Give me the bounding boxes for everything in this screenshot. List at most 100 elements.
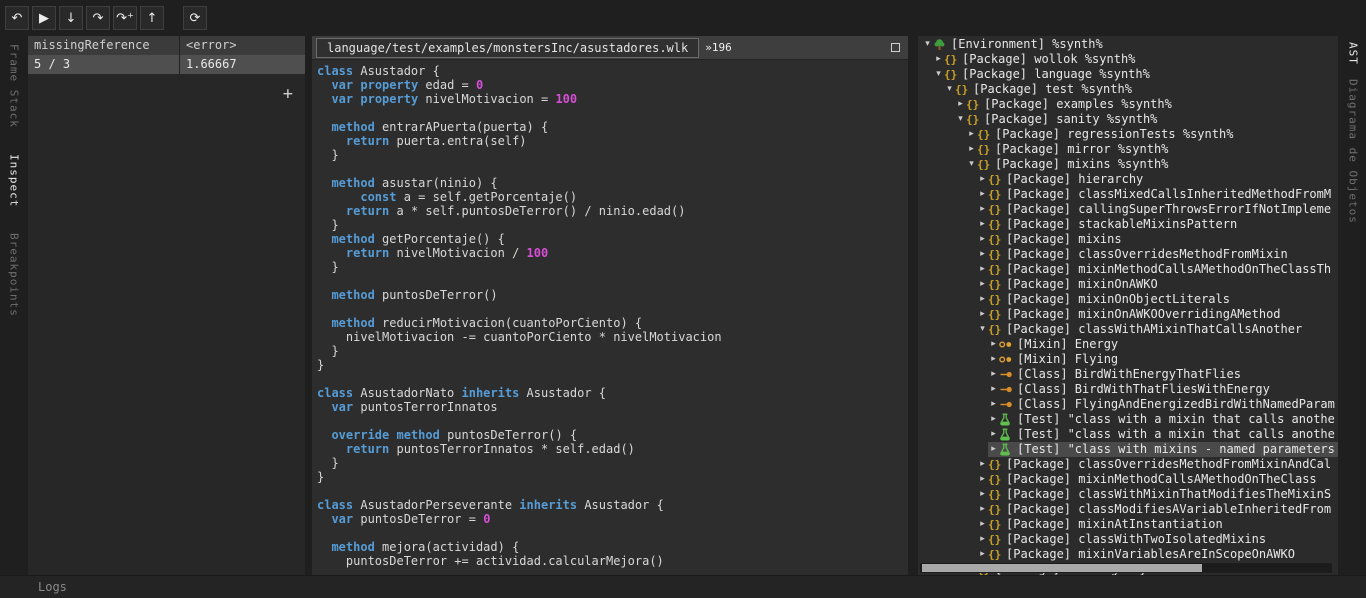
step-into-button[interactable]: ↓ xyxy=(59,6,83,30)
tree-row[interactable]: ▸ [Class] BirdWithThatFliesWithEnergy xyxy=(988,382,1338,397)
tree-row[interactable]: ▸ [Class] BirdWithEnergyThatFlies xyxy=(988,367,1338,382)
horizontal-scrollbar[interactable] xyxy=(920,563,1332,573)
restart-button[interactable]: ⟳ xyxy=(183,6,207,30)
tree-row[interactable]: ▸ [Class] FlyingAndEnergizedBirdWithNamed… xyxy=(988,397,1338,412)
chevron-collapsed-icon[interactable]: ▸ xyxy=(977,187,988,202)
chevron-expanded-icon[interactable]: ▾ xyxy=(955,112,966,127)
chevron-collapsed-icon[interactable]: ▸ xyxy=(977,247,988,262)
chevron-collapsed-icon[interactable]: ▸ xyxy=(966,142,977,157)
chevron-collapsed-icon[interactable]: ▸ xyxy=(977,202,988,217)
chevron-collapsed-icon[interactable]: ▸ xyxy=(988,412,999,427)
chevron-collapsed-icon[interactable]: ▸ xyxy=(988,382,999,397)
tree-row[interactable]: ▸{} [Package] classMixedCallsInheritedMet… xyxy=(977,187,1338,202)
chevron-collapsed-icon[interactable]: ▸ xyxy=(977,487,988,502)
maximize-icon[interactable] xyxy=(891,43,900,52)
class-icon xyxy=(999,369,1015,380)
tree-row[interactable]: ▾{} [Package] classWithAMixinThatCallsAno… xyxy=(977,322,1338,337)
chevron-collapsed-icon[interactable]: ▸ xyxy=(977,472,988,487)
tree-row[interactable]: ▸ [Mixin] Flying xyxy=(988,352,1338,367)
column-header-missing-reference[interactable]: missingReference xyxy=(28,36,180,55)
inspect-table: missingReference <error> 5 / 3 1.66667 xyxy=(28,36,305,74)
chevron-collapsed-icon[interactable]: ▸ xyxy=(988,397,999,412)
tree-row[interactable]: ▸{} [Package] classModifiesAVariableInher… xyxy=(977,502,1338,517)
code-area[interactable]: class Asustador { var property edad = 0 … xyxy=(312,60,908,575)
tree-row[interactable]: ▸{} [Package] mixinOnObjectLiterals xyxy=(977,292,1338,307)
tree-row[interactable]: ▸{} [Package] classOverridesMethodFromMix… xyxy=(977,457,1338,472)
chevron-expanded-icon[interactable]: ▾ xyxy=(966,157,977,172)
tree-row[interactable]: ▾{} [Package] test %synth% xyxy=(944,82,1338,97)
tree-row[interactable]: ▾ [Environment] %synth% xyxy=(922,37,1338,52)
chevron-collapsed-icon[interactable]: ▸ xyxy=(988,367,999,382)
add-expression-button[interactable]: + xyxy=(283,84,293,104)
tree-row[interactable]: ▸{} [Package] stackableMixinsPattern xyxy=(977,217,1338,232)
chevron-collapsed-icon[interactable]: ▸ xyxy=(977,292,988,307)
inspect-row[interactable]: 5 / 3 1.66667 xyxy=(28,55,305,74)
chevron-collapsed-icon[interactable]: ▸ xyxy=(977,262,988,277)
tree-row[interactable]: ▸ [Test] "class with mixins - named param… xyxy=(988,442,1338,457)
chevron-collapsed-icon[interactable]: ▸ xyxy=(988,352,999,367)
chevron-collapsed-icon[interactable]: ▸ xyxy=(988,337,999,352)
tree-row[interactable]: ▸{} [Package] mixinOnAWKOOverridingAMetho… xyxy=(977,307,1338,322)
chevron-collapsed-icon[interactable]: ▸ xyxy=(977,172,988,187)
tab-overflow-count[interactable]: »196 xyxy=(705,41,732,54)
tree-row[interactable]: ▸{} [Package] hierarchy xyxy=(977,172,1338,187)
tree-row[interactable]: ▸{} [Package] callingSuperThrowsErrorIfNo… xyxy=(977,202,1338,217)
package-icon: {} xyxy=(988,233,1002,246)
tree-row[interactable]: ▸{} [Package] classWithTwoIsolatedMixins xyxy=(977,532,1338,547)
tree-row[interactable]: ▾{} [Package] mixins %synth% xyxy=(966,157,1338,172)
tree-row[interactable]: ▸{} [Package] mirror %synth% xyxy=(966,142,1338,157)
tree-row[interactable]: ▸{} [Package] mixins xyxy=(977,232,1338,247)
chevron-expanded-icon[interactable]: ▾ xyxy=(944,82,955,97)
chevron-collapsed-icon[interactable]: ▸ xyxy=(955,97,966,112)
chevron-collapsed-icon[interactable]: ▸ xyxy=(977,502,988,517)
step-over-button[interactable]: ↷ xyxy=(86,6,110,30)
tree-row[interactable]: ▸{} [Package] classWithMixinThatModifiesT… xyxy=(977,487,1338,502)
chevron-expanded-icon[interactable]: ▾ xyxy=(977,322,988,337)
tree-row[interactable]: ▾{} [Package] language %synth% xyxy=(933,67,1338,82)
tree-row[interactable]: ▾{} [Package] sanity %synth% xyxy=(955,112,1338,127)
chevron-expanded-icon[interactable]: ▾ xyxy=(922,37,933,52)
tree-row[interactable]: ▸{} [Package] mixinAtInstantiation xyxy=(977,517,1338,532)
tab-ast[interactable]: AST xyxy=(1347,42,1360,65)
tree-row[interactable]: ▸{} [Package] wollok %synth% xyxy=(933,52,1338,67)
tree-row[interactable]: ▸{} [Package] mixinVariablesAreInScopeOnA… xyxy=(977,547,1338,562)
code-line: return nivelMotivacion / 100 xyxy=(345,246,549,260)
tree-row[interactable]: ▸{} [Package] classOverridesMethodFromMix… xyxy=(977,247,1338,262)
chevron-collapsed-icon[interactable]: ▸ xyxy=(977,307,988,322)
tree-row[interactable]: ▸{} [Package] mixinMethodCallsAMethodOnTh… xyxy=(977,472,1338,487)
code-line: nivelMotivacion -= cuantoPorCiento * niv… xyxy=(317,330,722,344)
tree-row[interactable]: ▸{} [Package] examples %synth% xyxy=(955,97,1338,112)
chevron-collapsed-icon[interactable]: ▸ xyxy=(977,532,988,547)
chevron-collapsed-icon[interactable]: ▸ xyxy=(988,427,999,442)
editor-tab[interactable]: language/test/examples/monstersInc/asust… xyxy=(316,37,700,58)
chevron-collapsed-icon[interactable]: ▸ xyxy=(977,457,988,472)
chevron-collapsed-icon[interactable]: ▸ xyxy=(977,217,988,232)
chevron-collapsed-icon[interactable]: ▸ xyxy=(977,277,988,292)
chevron-collapsed-icon[interactable]: ▸ xyxy=(966,127,977,142)
step-out-button[interactable]: ↑ xyxy=(140,6,164,30)
step-back-button[interactable]: ↶ xyxy=(5,6,29,30)
chevron-collapsed-icon[interactable]: ▸ xyxy=(977,517,988,532)
tab-inspect[interactable]: Inspect xyxy=(8,154,21,207)
scrollbar-thumb[interactable] xyxy=(922,564,1203,572)
tree-row[interactable]: ▸{} [Package] mixinOnAWKO xyxy=(977,277,1338,292)
chevron-collapsed-icon[interactable]: ▸ xyxy=(977,547,988,562)
tab-object-diagram[interactable]: Diagrama de Objetos xyxy=(1347,79,1360,224)
tab-breakpoints[interactable]: Breakpoints xyxy=(8,233,21,317)
tree-row[interactable]: ▸ [Mixin] Energy xyxy=(988,337,1338,352)
chevron-collapsed-icon[interactable]: ▸ xyxy=(977,232,988,247)
column-header-error[interactable]: <error> xyxy=(180,36,305,55)
chevron-expanded-icon[interactable]: ▾ xyxy=(933,67,944,82)
tree-row[interactable]: ▸{} [Package] regressionTests %synth% xyxy=(966,127,1338,142)
resume-button[interactable]: ▶ xyxy=(32,6,56,30)
tree-row[interactable]: ▸{} [Package] mixinMethodCallsAMethodOnTh… xyxy=(977,262,1338,277)
chevron-collapsed-icon[interactable]: ▸ xyxy=(933,52,944,67)
tab-frame-stack[interactable]: Frame Stack xyxy=(8,44,21,128)
left-tab-strip: Frame Stack Inspect Breakpoints xyxy=(0,36,28,575)
step-through-button[interactable]: ↷⁺ xyxy=(113,6,137,30)
chevron-collapsed-icon[interactable]: ▸ xyxy=(988,442,999,457)
tree-row[interactable]: ▸ [Test] "class with a mixin that calls a… xyxy=(988,427,1338,442)
logs-bar[interactable]: Logs xyxy=(0,575,1366,598)
tree-node-label: [Environment] %synth% xyxy=(951,37,1103,51)
tree-row[interactable]: ▸ [Test] "class with a mixin that calls a… xyxy=(988,412,1338,427)
